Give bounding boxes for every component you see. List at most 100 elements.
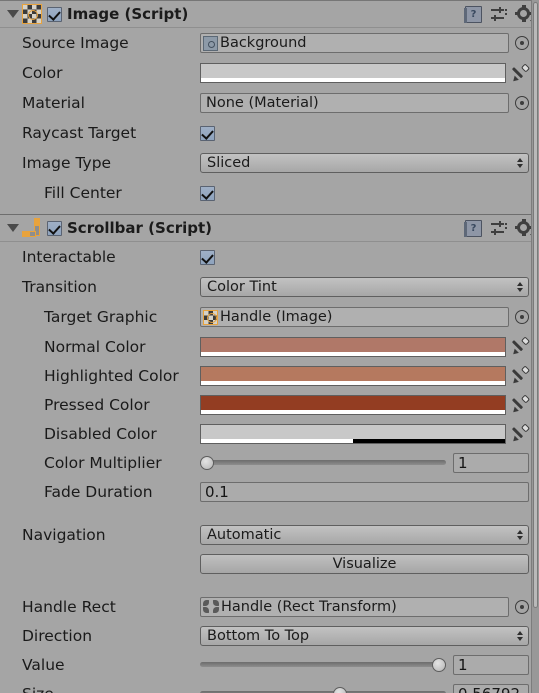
label-source-image: Source Image bbox=[22, 34, 129, 52]
interactable-checkbox[interactable] bbox=[200, 249, 215, 265]
color-multiplier-slider[interactable] bbox=[200, 454, 446, 472]
label-target-graphic: Target Graphic bbox=[44, 308, 158, 326]
color-multiplier-value: 1 bbox=[458, 453, 468, 472]
label-color-multiplier: Color Multiplier bbox=[44, 453, 162, 472]
chevron-updown-icon bbox=[516, 629, 524, 643]
foldout-arrow-image[interactable] bbox=[4, 5, 22, 23]
handle-rect-object-field[interactable]: Handle (Rect Transform) bbox=[200, 596, 509, 617]
normal-color-swatch[interactable] bbox=[200, 336, 506, 357]
label-transition: Transition bbox=[22, 278, 97, 296]
eyedropper-icon-color[interactable] bbox=[511, 62, 531, 83]
label-highlighted-color: Highlighted Color bbox=[44, 366, 179, 385]
transition-dropdown[interactable]: Color Tint bbox=[200, 277, 529, 297]
foldout-arrow-scrollbar[interactable] bbox=[4, 219, 22, 237]
target-graphic-picker-button[interactable] bbox=[515, 310, 529, 324]
label-interactable: Interactable bbox=[22, 248, 116, 266]
color-multiplier-value-field[interactable]: 1 bbox=[453, 452, 529, 473]
value-slider[interactable] bbox=[200, 656, 446, 674]
image-script-icon bbox=[22, 4, 42, 24]
row-direction: Direction Bottom To Top bbox=[0, 621, 539, 650]
value-number: 1 bbox=[458, 655, 468, 674]
label-value: Value bbox=[22, 655, 65, 674]
component-title-image: Image (Script) bbox=[67, 5, 189, 23]
label-fade-duration: Fade Duration bbox=[44, 482, 153, 501]
eyedropper-icon-highlighted-color[interactable] bbox=[511, 365, 531, 386]
label-pressed-color: Pressed Color bbox=[44, 395, 150, 414]
raycast-target-checkbox[interactable] bbox=[200, 125, 215, 141]
label-direction: Direction bbox=[22, 626, 93, 645]
field-group-spacer bbox=[0, 578, 539, 592]
color-swatch-image[interactable] bbox=[200, 63, 506, 83]
field-group-spacer bbox=[0, 506, 539, 520]
chevron-updown-icon bbox=[516, 528, 524, 542]
source-image-value: Background bbox=[220, 35, 307, 51]
source-image-picker-button[interactable] bbox=[515, 36, 529, 50]
label-fill-center: Fill Center bbox=[44, 184, 122, 202]
size-slider[interactable] bbox=[200, 685, 446, 693]
row-color: Color bbox=[0, 58, 539, 88]
row-interactable: Interactable bbox=[0, 242, 539, 272]
navigation-dropdown[interactable]: Automatic bbox=[200, 524, 529, 545]
component-title-scrollbar: Scrollbar (Script) bbox=[67, 219, 213, 237]
navigation-value: Automatic bbox=[207, 526, 282, 543]
image-type-value: Sliced bbox=[207, 155, 251, 171]
chevron-updown-icon bbox=[516, 156, 524, 170]
label-handle-rect: Handle Rect bbox=[22, 597, 116, 616]
value-number-field[interactable]: 1 bbox=[453, 654, 529, 675]
component-enabled-checkbox-image[interactable] bbox=[47, 6, 62, 22]
label-normal-color: Normal Color bbox=[44, 337, 146, 356]
row-transition: Transition Color Tint bbox=[0, 272, 539, 302]
fade-duration-value: 0.1 bbox=[205, 482, 229, 501]
row-highlighted-color: Highlighted Color bbox=[0, 361, 539, 390]
scrollbar-script-icon bbox=[22, 218, 42, 238]
disabled-color-swatch[interactable] bbox=[200, 423, 506, 444]
component-header-scrollbar[interactable]: Scrollbar (Script) bbox=[0, 214, 539, 242]
handle-rect-picker-button[interactable] bbox=[515, 599, 529, 614]
row-image-type: Image Type Sliced bbox=[0, 148, 539, 178]
row-raycast-target: Raycast Target bbox=[0, 118, 539, 148]
help-icon[interactable] bbox=[464, 219, 482, 237]
row-target-graphic: Target Graphic Handle (Image) bbox=[0, 302, 539, 332]
image-type-dropdown[interactable]: Sliced bbox=[200, 153, 529, 173]
row-handle-rect: Handle Rect Handle (Rect Transform) bbox=[0, 592, 539, 621]
eyedropper-icon-normal-color[interactable] bbox=[511, 336, 531, 357]
row-fill-center: Fill Center bbox=[0, 178, 539, 208]
label-navigation: Navigation bbox=[22, 525, 106, 544]
material-value: None (Material) bbox=[206, 95, 319, 111]
label-color: Color bbox=[22, 64, 63, 82]
direction-dropdown[interactable]: Bottom To Top bbox=[200, 625, 529, 646]
highlighted-color-swatch[interactable] bbox=[200, 365, 506, 386]
component-enabled-checkbox-scrollbar[interactable] bbox=[47, 220, 62, 236]
sprite-icon bbox=[203, 35, 218, 51]
row-size: Size 0.56792 bbox=[0, 679, 539, 693]
preset-icon[interactable] bbox=[491, 220, 507, 236]
visualize-button[interactable]: Visualize bbox=[200, 553, 529, 574]
eyedropper-icon-disabled-color[interactable] bbox=[511, 423, 531, 444]
help-icon[interactable] bbox=[464, 5, 482, 23]
row-pressed-color: Pressed Color bbox=[0, 390, 539, 419]
scrollbar-thumb[interactable] bbox=[533, 2, 538, 608]
target-graphic-object-field[interactable]: Handle (Image) bbox=[200, 307, 509, 327]
row-visualize: Visualize bbox=[0, 549, 539, 578]
label-material: Material bbox=[22, 94, 85, 112]
row-value: Value 1 bbox=[0, 650, 539, 679]
eyedropper-icon-pressed-color[interactable] bbox=[511, 394, 531, 415]
direction-value: Bottom To Top bbox=[207, 627, 310, 644]
visualize-button-label: Visualize bbox=[332, 555, 397, 572]
row-source-image: Source Image Background bbox=[0, 28, 539, 58]
component-header-image[interactable]: Image (Script) bbox=[0, 0, 539, 28]
fill-center-checkbox[interactable] bbox=[200, 185, 215, 201]
handle-rect-value: Handle (Rect Transform) bbox=[221, 598, 397, 615]
inspector-vertical-scrollbar[interactable] bbox=[531, 0, 539, 693]
target-graphic-value: Handle (Image) bbox=[220, 309, 333, 325]
material-object-field[interactable]: None (Material) bbox=[200, 93, 509, 113]
label-image-type: Image Type bbox=[22, 154, 112, 172]
fade-duration-field[interactable]: 0.1 bbox=[200, 481, 529, 502]
transition-value: Color Tint bbox=[207, 279, 277, 295]
label-disabled-color: Disabled Color bbox=[44, 424, 157, 443]
size-number-field[interactable]: 0.56792 bbox=[453, 683, 529, 693]
material-picker-button[interactable] bbox=[515, 96, 529, 110]
preset-icon[interactable] bbox=[491, 6, 507, 22]
source-image-object-field[interactable]: Background bbox=[200, 33, 509, 53]
pressed-color-swatch[interactable] bbox=[200, 394, 506, 415]
